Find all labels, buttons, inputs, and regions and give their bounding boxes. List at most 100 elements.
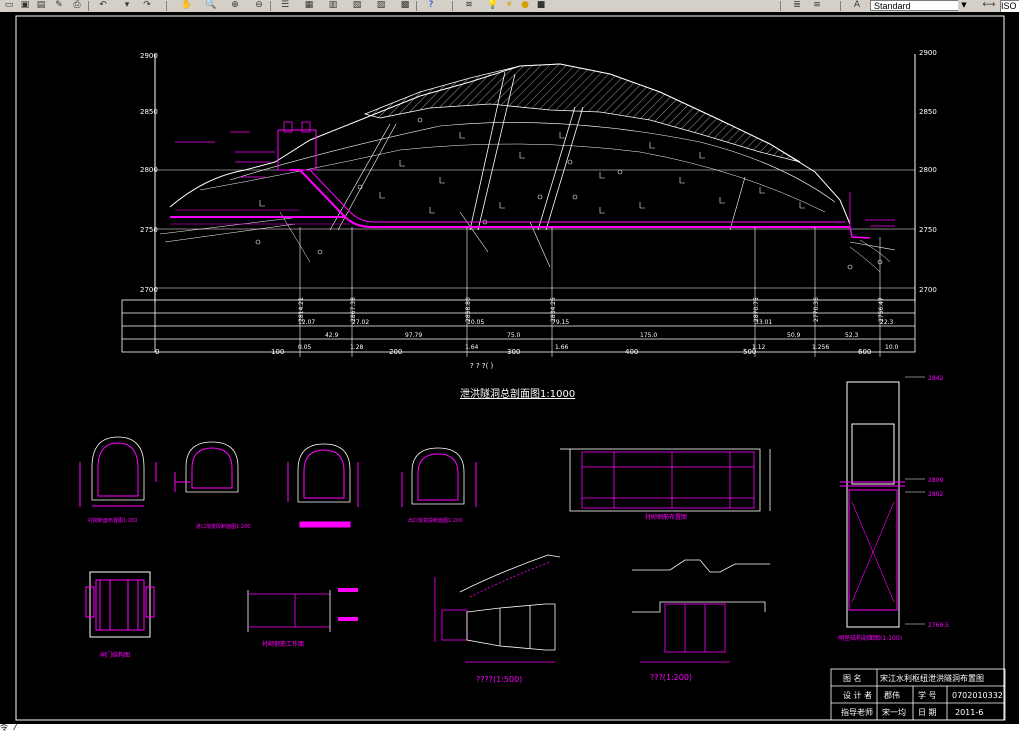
sheet-set-icon[interactable]: ▧ [350,0,364,11]
sheet-frame [15,15,1005,721]
table-value: 79.15 [552,319,569,326]
open-icon[interactable]: ▣ [18,0,32,11]
properties-icon[interactable]: ☰ [278,0,292,11]
elev-tick-right: 2800 [919,166,937,174]
chainage-tick: 0 [155,348,159,356]
sub-caption: 闸室结构剖面图(1:100) [838,634,902,642]
table-value: 42.9 [325,332,339,339]
separator [840,1,841,11]
station-label: 2770.36 [813,297,820,322]
elev-tick-left: 2750 [140,226,158,234]
drawing-title: 泄洪隧洞总剖面图1:1000 [460,387,575,400]
new-file-icon[interactable]: ▭ [2,0,16,11]
table-value: 1.64 [465,344,479,351]
layer-on-icon[interactable]: 💡 [486,0,500,11]
sub-caption: 闸门结构图 [100,651,130,659]
pan-icon[interactable]: ✋ [180,0,194,11]
title-block-label: 学 号 [918,690,937,700]
layer-states-icon[interactable]: ≡ [810,0,824,11]
gate-detail [85,571,155,638]
title-block-label: 指导老师 [841,707,873,717]
title-block-label: 日 期 [918,708,937,717]
outlet-dissipator [434,554,561,663]
undo-icon[interactable]: ↶ [96,0,110,11]
elev-tick-left: 2850 [140,108,158,116]
title-block-designer: 郡伟 [884,690,900,700]
print-icon[interactable]: ⎙ [70,0,84,11]
drawing-viewport[interactable]: 2900 2850 2800 2750 2700 2900 2850 2800 … [0,12,1019,725]
separator [166,1,167,11]
gate-shaft-elevation [840,376,925,628]
table-value: 50.9 [787,332,801,339]
help-icon[interactable]: ? [424,0,438,11]
chainage-tick: 500 [743,348,756,356]
table-value: 52.3 [845,332,859,339]
chevron-down-icon[interactable]: ▼ [958,0,970,11]
table-value: 1.66 [555,344,569,351]
redo-icon[interactable]: ↷ [140,0,154,11]
elev-tick-left: 2700 [140,286,158,294]
table-value: 12.07 [298,319,315,326]
undo-dropdown-icon[interactable]: ▾ [120,0,134,11]
table-value: 10.05 [467,319,484,326]
tool-palette-icon[interactable]: ▥ [326,0,340,11]
table-value: 1.28 [350,344,364,351]
layer-freeze-icon[interactable]: ☀ [502,0,516,11]
separator [780,1,781,11]
elev-tick-right: 2700 [919,286,937,294]
command-prompt: 令 / [0,724,18,733]
longitudinal-profile: 2900 2850 2800 2750 2700 2900 2850 2800 … [140,49,937,357]
elevation-mark: 2769.5 [928,622,949,629]
separator [88,1,89,11]
dim-style-value: ISO [1001,1,1017,11]
sub-caption: ???(1:200) [650,673,692,682]
table-value: 1.256 [812,344,829,351]
table-value: 33.01 [755,319,772,326]
title-block-drawing-name: 宋江水利枢纽泄洪隧洞布置图 [880,673,984,683]
title-block-date: 2011-6 [955,708,983,717]
text-style-dropdown[interactable]: Standard [870,0,970,11]
calculator-icon[interactable]: ▩ [398,0,412,11]
dim-style-icon[interactable]: ⟷ [982,0,996,11]
markup-icon[interactable]: ▨ [374,0,388,11]
rebar-work-face [247,588,358,632]
chainage-tick: 600 [858,348,871,356]
table-value: 97.79 [405,332,422,339]
command-line[interactable]: 令 / [0,724,1019,733]
text-style-icon[interactable]: A [850,0,864,11]
title-block-label: 设 计 者 [843,690,872,700]
layer-lock-icon[interactable]: ● [518,0,532,11]
elevation-mark: 2809 [928,477,943,484]
separator [452,1,453,11]
sub-caption: 衬砌钢筋工作面 [262,640,304,648]
chainage-tick: 400 [625,348,638,356]
cross-sections [79,436,477,528]
table-value: 0.05 [298,344,312,351]
elevation-mark: 2802 [928,491,943,498]
chainage-tick: 100 [271,348,284,356]
zoom-window-icon[interactable]: ⊕ [228,0,242,11]
zoom-previous-icon[interactable]: ⊖ [252,0,266,11]
table-value: 75.0 [507,332,521,339]
elev-tick-right: 2750 [919,226,937,234]
layer-previous-icon[interactable]: ≣ [790,0,804,11]
match-properties-icon[interactable]: ✎ [52,0,66,11]
sub-caption: 进口渐变段断面图1:200 [196,523,250,530]
layer-color-icon[interactable]: ■ [534,0,548,11]
design-center-icon[interactable]: ▦ [302,0,316,11]
table-value: 10.0 [885,344,899,351]
save-icon[interactable]: ▤ [34,0,48,11]
table-value: 27.02 [352,319,369,326]
chainage-tick: 200 [389,348,402,356]
spillway-tunnel-axis [290,169,850,228]
title-block-label: 图 名 [843,673,862,683]
table-value: 22.3 [880,319,894,326]
elev-tick-right: 2900 [919,49,937,57]
profile-data-table [121,299,916,353]
gate-chamber-section [632,559,770,663]
title-block-student-id: 0702010332 [952,691,1003,700]
layer-manager-icon[interactable]: ≋ [462,0,476,11]
zoom-realtime-icon[interactable]: 🔍 [204,0,218,11]
sub-caption: 衬砌断面布置图1:200 [88,517,137,524]
table-value: 175.0 [640,332,657,339]
